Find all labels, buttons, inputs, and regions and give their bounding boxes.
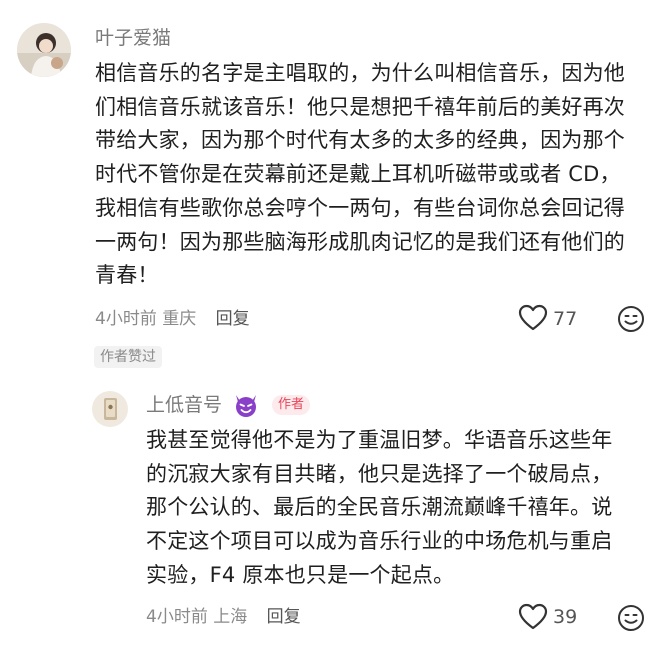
smiley-face-icon bbox=[618, 605, 644, 631]
reply-text: 我甚至觉得他不是为了重温旧梦。华语音乐这些年 的沉寂大家有目共睹，他只是选择了一… bbox=[146, 424, 612, 593]
reply-avatar[interactable] bbox=[92, 391, 128, 427]
comment-time: 4小时前 bbox=[95, 309, 157, 329]
comment-line: 时代不管你是在荧幕前还是戴上耳机听磁带或或者 CD， bbox=[95, 162, 621, 187]
comment-username[interactable]: 叶子爱猫 bbox=[95, 26, 171, 50]
comment-location: 重庆 bbox=[162, 309, 197, 329]
reply-username[interactable]: 上低音号 bbox=[146, 393, 222, 417]
heart-icon bbox=[518, 304, 548, 331]
comment-line: 相信音乐的名字是主唱取的，为什么叫相信音乐，因为他 bbox=[95, 61, 625, 85]
reply-line: 的沉寂大家有目共睹，他只是选择了一个破局点， bbox=[146, 461, 613, 486]
comment-avatar[interactable] bbox=[17, 23, 71, 77]
comment-line: 青春！ bbox=[95, 263, 159, 288]
reply-location: 上海 bbox=[213, 607, 248, 627]
comment-line: 我相信有些歌你总会哼个一两句，有些台词你总会回记得 bbox=[95, 195, 625, 220]
comment-meta: 4小时前 重庆 回复 bbox=[95, 308, 250, 330]
avatar-image bbox=[92, 391, 128, 427]
comment-text: 相信音乐的名字是主唱取的，为什么叫相信音乐，因为他 们相信音乐就该音乐！他只是想… bbox=[95, 57, 625, 293]
reply-reply-button[interactable]: 回复 bbox=[267, 607, 301, 627]
author-liked-badge: 作者赞过 bbox=[94, 346, 162, 368]
avatar-image bbox=[17, 23, 71, 77]
comment-reply-button[interactable]: 回复 bbox=[216, 309, 250, 329]
comment-emoji-button[interactable] bbox=[617, 305, 645, 333]
reply-time: 4小时前 bbox=[146, 607, 208, 627]
reply-line: 不定这个项目可以成为音乐行业的中场危机与重启 bbox=[146, 529, 613, 554]
comment-line: 一两句！因为那些脑海形成肌肉记忆的是我们还有他们的 bbox=[95, 229, 625, 254]
author-tag: 作者 bbox=[272, 395, 311, 415]
reply-line: 那个公认的、最后的全民音乐潮流巅峰千禧年。说 bbox=[146, 495, 613, 520]
reply-meta: 4小时前 上海 回复 bbox=[146, 606, 301, 628]
smiley-face-icon bbox=[618, 306, 644, 332]
reply-line: 实验，F4 原本也只是一个起点。 bbox=[146, 562, 455, 587]
purple-devil-emoji-icon bbox=[233, 392, 259, 418]
comment-like-count: 77 bbox=[553, 308, 578, 330]
reply-emoji-button[interactable] bbox=[617, 604, 645, 632]
reply-line: 我甚至觉得他不是为了重温旧梦。华语音乐这些年 bbox=[146, 428, 613, 452]
comment-line: 们相信音乐就该音乐！他只是想把千禧年前后的美好再次 bbox=[95, 94, 625, 119]
reply-like-count: 39 bbox=[553, 606, 578, 628]
reply-like-button[interactable] bbox=[518, 603, 548, 631]
comment-like-button[interactable] bbox=[518, 304, 548, 332]
heart-icon bbox=[518, 603, 548, 630]
comment-line: 带给大家，因为那个时代有太多的太多的经典，因为那个 bbox=[95, 128, 625, 153]
